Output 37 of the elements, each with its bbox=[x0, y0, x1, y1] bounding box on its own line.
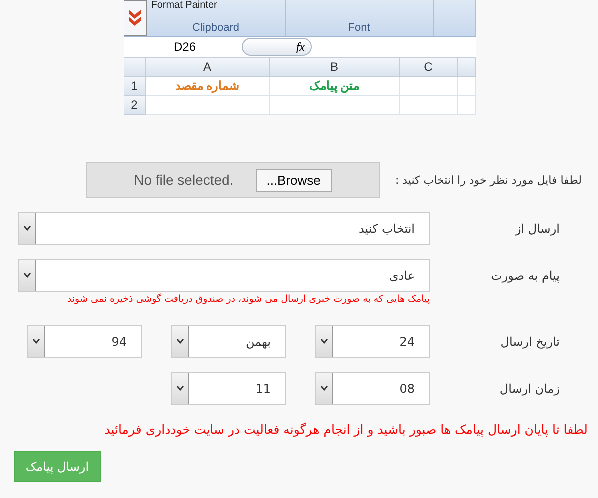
cell-reference: D26 bbox=[173, 40, 198, 54]
column-header: A bbox=[146, 58, 270, 77]
dropdown[interactable]: 11 bbox=[171, 372, 286, 405]
column-header: C bbox=[400, 58, 458, 77]
ribbon-group-label: Clipboard bbox=[191, 22, 241, 36]
file-status: No file selected. bbox=[134, 172, 234, 188]
caret-icon bbox=[320, 339, 328, 344]
row-header: 2 bbox=[124, 96, 146, 115]
caret-icon bbox=[320, 386, 328, 391]
table-cell bbox=[458, 77, 476, 96]
column-header: B bbox=[270, 58, 400, 77]
field-label: زمان ارسال bbox=[498, 382, 561, 396]
caret-icon bbox=[24, 273, 30, 278]
caret-icon bbox=[24, 226, 30, 231]
ribbon-group-label: Font bbox=[347, 22, 372, 36]
warning-text: لطفا تا پایان ارسال پیامک ها صبور باشید و از انجام هرگونه فعالیت در سایت خودداری فرمائید bbox=[104, 422, 589, 437]
browse-button[interactable]: Browse... bbox=[256, 168, 332, 192]
dropdown[interactable]: 08 bbox=[315, 372, 430, 405]
caret-icon bbox=[32, 339, 40, 344]
table-cell bbox=[400, 96, 458, 115]
table-cell: متن پیامک bbox=[270, 77, 400, 96]
caret-icon bbox=[176, 339, 184, 344]
dropdown[interactable]: 24 bbox=[315, 325, 430, 358]
ribbon-command: Format Painter bbox=[151, 0, 218, 11]
row-header: 1 bbox=[124, 77, 146, 96]
dropdown[interactable]: 94 bbox=[27, 325, 142, 358]
table-cell bbox=[400, 77, 458, 96]
table-cell bbox=[458, 96, 476, 115]
field-label: تاریخ ارسال bbox=[500, 334, 561, 348]
field-label: ارسال از bbox=[514, 222, 561, 236]
field-label: لطفا فایل مورد نظر خود را انتخاب کنید : bbox=[394, 174, 583, 186]
field-label: پیام به صورت bbox=[490, 268, 561, 282]
dropdown[interactable]: عادی bbox=[18, 259, 430, 292]
hint-text: پیامک هایی که به صورت خبری ارسال می شوند، در صندوق دریافت گوشی ذخیره نمی شوند bbox=[66, 294, 431, 305]
caret-icon bbox=[176, 386, 184, 391]
dropdown[interactable]: بهمن bbox=[171, 325, 286, 358]
dropdown[interactable]: انتخاب کنید bbox=[18, 212, 430, 245]
